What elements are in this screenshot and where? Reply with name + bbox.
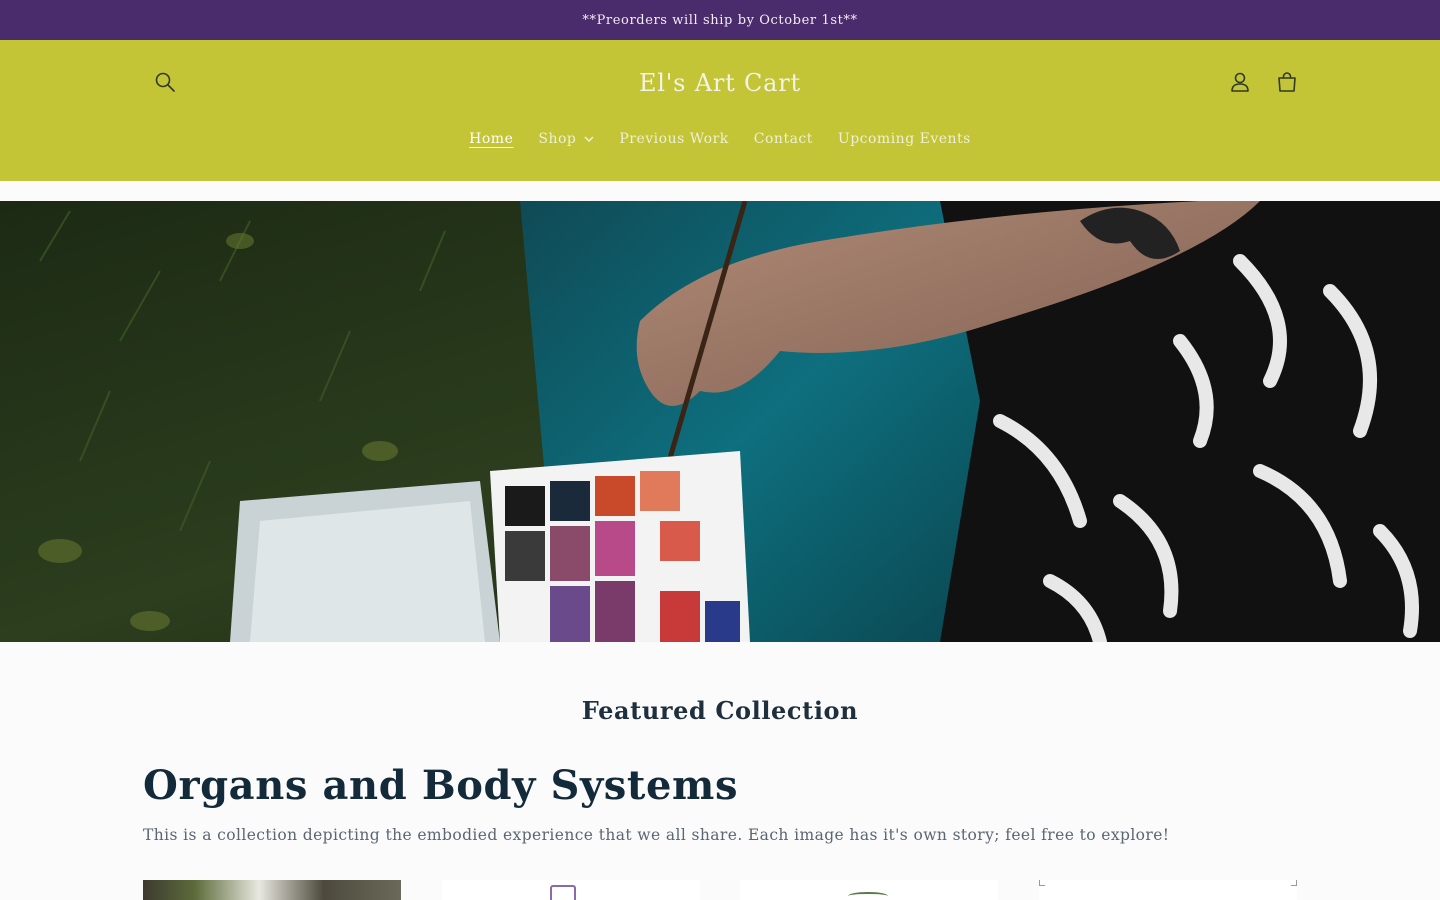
product-image (848, 892, 888, 900)
product-image (550, 885, 576, 900)
nav-item-contact[interactable]: Contact (741, 131, 825, 147)
featured-collection-heading: Featured Collection (581, 696, 859, 725)
collection-description: This is a collection depicting the embod… (143, 826, 1170, 844)
product-card[interactable] (740, 880, 998, 900)
nav-item-home[interactable]: Home (457, 131, 526, 147)
product-image (1039, 880, 1045, 886)
announcement-bar: **Preorders will ship by October 1st** (0, 0, 1440, 40)
search-icon (155, 72, 175, 92)
search-button[interactable] (143, 60, 187, 104)
product-card[interactable] (143, 880, 401, 900)
hero-banner-image (0, 201, 1440, 642)
site-header: El's Art Cart Home Shop Previous Work Co… (0, 40, 1440, 181)
nav-item-previous-work[interactable]: Previous Work (607, 131, 741, 147)
nav-item-label: Home (469, 131, 514, 147)
nav-item-label: Contact (753, 131, 813, 147)
site-logo[interactable]: El's Art Cart (520, 62, 920, 104)
account-button[interactable] (1218, 60, 1262, 104)
account-icon (1231, 72, 1249, 92)
cart-icon (1278, 72, 1296, 92)
cart-button[interactable] (1265, 60, 1309, 104)
product-image (1291, 880, 1297, 886)
product-card[interactable] (442, 880, 700, 900)
nav-item-label: Previous Work (619, 131, 729, 147)
nav-item-shop[interactable]: Shop (526, 131, 607, 147)
chevron-down-icon (584, 136, 594, 142)
nav-item-upcoming-events[interactable]: Upcoming Events (825, 131, 983, 147)
collection-title[interactable]: Organs and Body Systems (143, 762, 738, 809)
announcement-text: **Preorders will ship by October 1st** (582, 12, 858, 28)
nav-item-label: Upcoming Events (837, 131, 971, 147)
nav-item-label: Shop (538, 131, 577, 147)
product-card[interactable] (1039, 880, 1297, 900)
main-nav: Home Shop Previous Work Contact Upcoming… (0, 124, 1440, 154)
hero-painting-photo (0, 201, 1440, 642)
